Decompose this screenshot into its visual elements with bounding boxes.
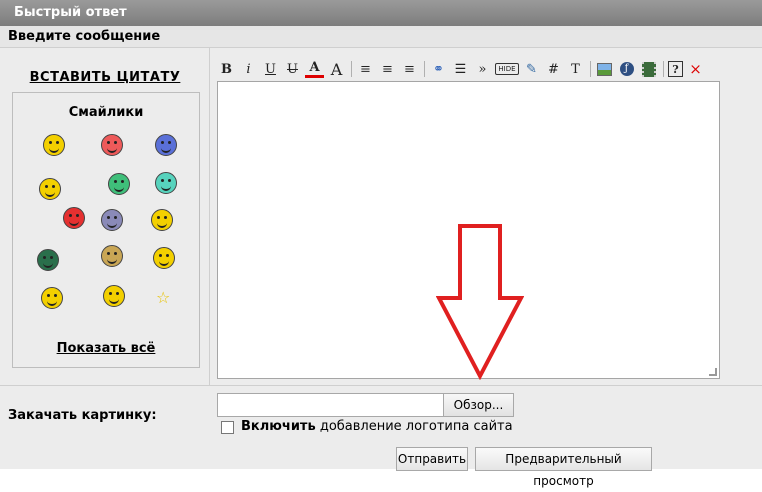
font-color-button[interactable]: A — [305, 60, 324, 78]
toolbar-divider — [424, 61, 425, 77]
smilies-panel: Смайлики ☆ Показать всё — [12, 92, 200, 368]
insert-quote-link[interactable]: ВСТАВИТЬ ЦИТАТУ — [0, 70, 210, 85]
antlers-smiley-icon[interactable] — [41, 287, 63, 309]
show-all-smilies-link[interactable]: Показать всё — [13, 341, 199, 356]
align-right-button[interactable]: ≡ — [400, 59, 419, 79]
italic-button[interactable]: i — [239, 59, 258, 79]
logo-checkbox-label-text: добавление логотипа сайта — [319, 419, 513, 434]
sidebar: ВСТАВИТЬ ЦИТАТУ Смайлики ☆ Показать всё — [0, 48, 210, 385]
cheer-smiley-icon[interactable] — [151, 209, 173, 231]
red-ball-smiley-icon[interactable] — [63, 207, 85, 229]
enter-message-label: Введите сообщение — [0, 26, 762, 48]
strikethrough-button[interactable]: U — [283, 59, 302, 79]
crying-smiley-icon[interactable] — [155, 134, 177, 156]
gray-smiley-icon[interactable] — [101, 209, 123, 231]
gun-smiley-icon[interactable] — [108, 173, 130, 195]
dark-smiley-icon[interactable] — [37, 249, 59, 271]
cool-smiley-icon[interactable] — [43, 134, 65, 156]
hide-button[interactable]: HIDE — [495, 63, 519, 75]
text-button[interactable]: T — [566, 59, 585, 79]
hash-button[interactable]: # — [544, 59, 563, 79]
edit-icon[interactable]: ✎ — [522, 59, 541, 79]
quick-reply-title: Быстрый ответ — [0, 0, 762, 26]
align-left-button[interactable]: ≡ — [356, 59, 375, 79]
thinking-smiley-icon[interactable] — [39, 178, 61, 200]
laugh-smiley-icon[interactable] — [103, 285, 125, 307]
girl-smiley-icon[interactable] — [153, 247, 175, 269]
video-icon[interactable] — [639, 59, 658, 79]
logo-checkbox-label-bold: Включить — [241, 419, 316, 434]
resize-grip-icon[interactable] — [709, 368, 717, 376]
toolbar-divider — [590, 61, 591, 77]
link-button[interactable]: ⚭ — [429, 59, 448, 79]
quote-button[interactable]: » — [473, 59, 492, 79]
close-icon[interactable]: × — [686, 59, 705, 79]
preview-button[interactable]: Предварительный просмотр — [475, 447, 652, 488]
toolbar-divider — [351, 61, 352, 77]
toolbar-divider — [663, 61, 664, 77]
list-button[interactable]: ☰ — [451, 59, 470, 79]
help-button[interactable]: ? — [668, 61, 683, 77]
upload-row: Закачать картинку: Обзор... Включить доб… — [0, 385, 762, 443]
browse-button[interactable]: Обзор... — [443, 393, 514, 417]
upload-image-label: Закачать картинку: — [8, 408, 157, 423]
star-icon[interactable]: ☆ — [156, 288, 170, 307]
bold-button[interactable]: B — [217, 59, 236, 79]
logo-checkbox[interactable] — [221, 421, 234, 434]
submit-button[interactable]: Отправить — [396, 447, 468, 471]
logo-checkbox-label: Включить добавление логотипа сайта — [241, 419, 513, 434]
clap-smiley-icon[interactable] — [101, 245, 123, 267]
smilies-title: Смайлики — [68, 105, 144, 120]
action-row: Отправить Предварительный просмотр — [0, 442, 762, 488]
editor-toolbar: B i U U A A ≡ ≡ ≡ ⚭ ☰ » HIDE ✎ # T ƒ ? × — [217, 57, 720, 81]
font-size-button[interactable]: A — [327, 59, 346, 79]
align-center-button[interactable]: ≡ — [378, 59, 397, 79]
love-smiley-icon[interactable] — [101, 134, 123, 156]
underline-button[interactable]: U — [261, 59, 280, 79]
message-textarea[interactable] — [217, 81, 720, 379]
flash-icon[interactable]: ƒ — [617, 59, 636, 79]
image-icon[interactable] — [595, 59, 614, 79]
teal-smiley-icon[interactable] — [155, 172, 177, 194]
